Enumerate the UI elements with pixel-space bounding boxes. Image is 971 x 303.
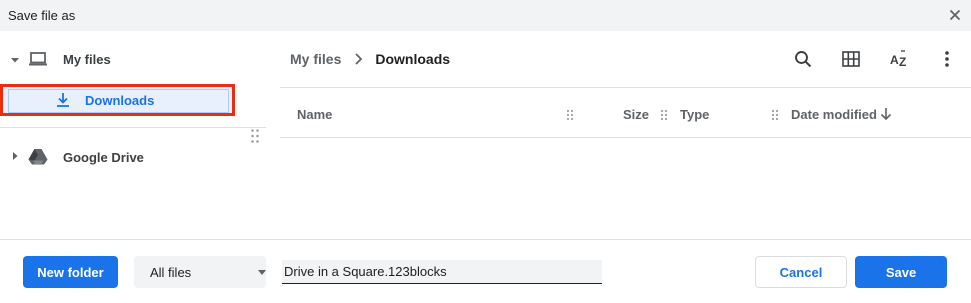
column-header-date-modified[interactable]: Date modified	[791, 107, 877, 122]
sidebar-item-my-files[interactable]: My files	[63, 52, 111, 67]
sidebar-divider	[0, 127, 266, 128]
dropdown-arrow-icon	[258, 270, 266, 275]
file-type-selected-value: All files	[150, 265, 192, 280]
caret-right-icon[interactable]	[10, 151, 20, 161]
google-drive-icon	[28, 148, 48, 165]
chevron-right-icon	[355, 53, 363, 65]
svg-text:A: A	[890, 53, 899, 67]
laptop-icon	[28, 51, 48, 67]
caret-down-icon[interactable]	[10, 55, 20, 65]
save-button[interactable]: Save	[855, 256, 947, 288]
download-icon	[55, 92, 71, 108]
column-resize-icon[interactable]	[660, 109, 668, 121]
sidebar-item-label: Downloads	[85, 93, 155, 108]
footer-divider	[0, 239, 971, 240]
breadcrumb: My files Downloads	[290, 51, 450, 67]
splitter-handle[interactable]	[250, 128, 260, 144]
filename-input[interactable]	[282, 260, 602, 284]
title-bar: Save file as	[0, 0, 971, 31]
window-title: Save file as	[8, 8, 76, 23]
sidebar-item-downloads[interactable]: Downloads	[0, 84, 235, 116]
file-type-select[interactable]: All files	[134, 256, 266, 288]
close-icon[interactable]	[946, 6, 964, 24]
file-list-header: Name Size Type Date modified	[280, 88, 971, 138]
column-resize-icon[interactable]	[771, 109, 779, 121]
main-header: My files Downloads A Z	[280, 31, 971, 88]
more-vert-icon[interactable]	[936, 48, 958, 70]
grid-view-icon[interactable]	[840, 48, 862, 70]
new-folder-button[interactable]: New folder	[23, 256, 118, 288]
svg-text:Z: Z	[899, 55, 906, 69]
search-icon[interactable]	[792, 48, 814, 70]
sidebar-item-google-drive[interactable]: Google Drive	[63, 150, 144, 165]
sidebar: My files Downloads Google Drive	[0, 31, 266, 239]
breadcrumb-item-downloads[interactable]: Downloads	[375, 51, 450, 67]
column-resize-icon[interactable]	[566, 109, 574, 121]
column-header-type[interactable]: Type	[680, 107, 709, 122]
column-header-name[interactable]: Name	[297, 107, 332, 122]
arrow-down-icon	[880, 108, 892, 121]
breadcrumb-item-my-files[interactable]: My files	[290, 51, 341, 67]
column-header-size[interactable]: Size	[623, 107, 649, 122]
sort-az-icon[interactable]: A Z	[888, 48, 910, 70]
cancel-button[interactable]: Cancel	[755, 256, 847, 288]
